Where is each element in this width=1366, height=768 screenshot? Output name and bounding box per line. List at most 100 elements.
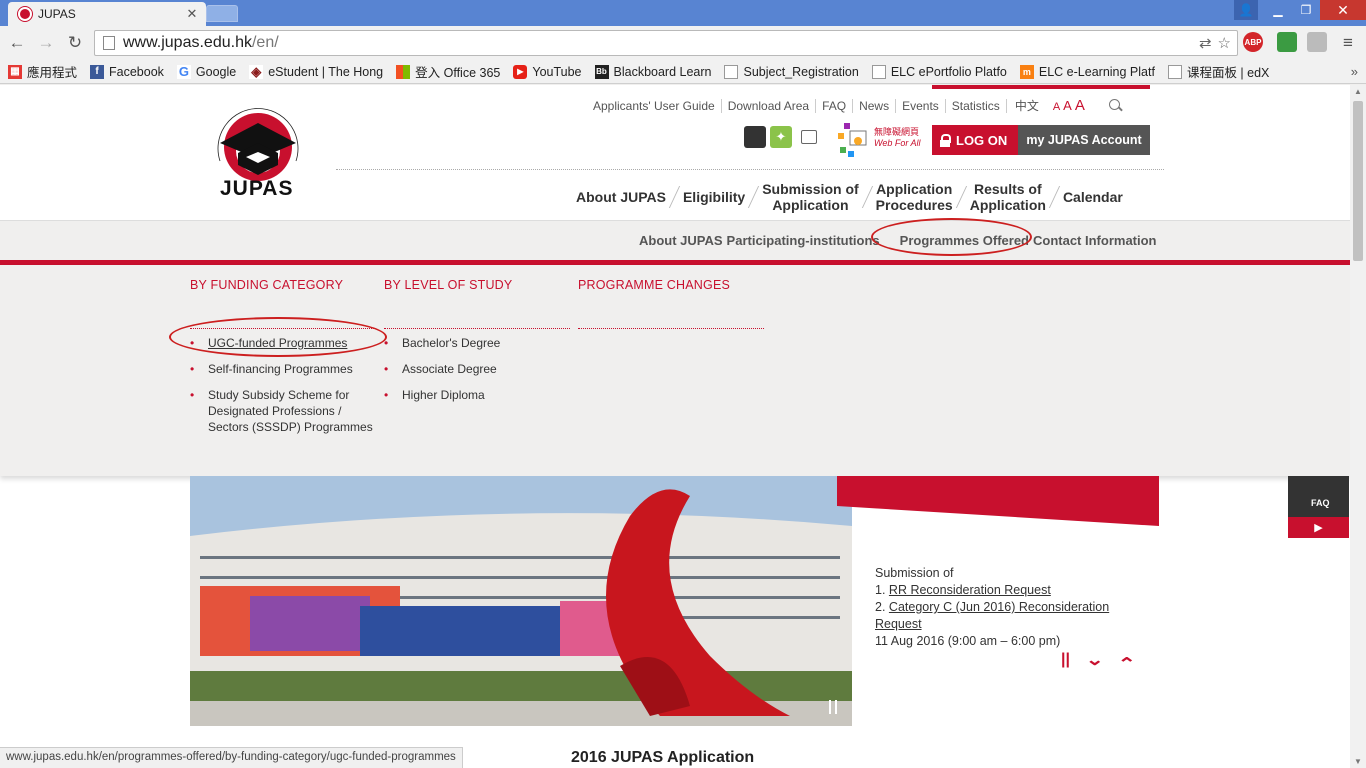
link-sssdp-programmes[interactable]: Study Subsidy Scheme for Designated Prof… [190,387,380,435]
html5-extension-icon[interactable] [1307,32,1327,52]
header-divider [336,169,1164,170]
forward-arrow-icon[interactable]: → [36,33,56,53]
utility-links: Applicants' User Guide Download Area FAQ… [593,97,1123,114]
browser-titlebar: JUPAS ✕ 👤 ▁ ❐ ✕ [0,0,1366,26]
font-size-controls: A A A [1053,97,1085,114]
minimize-button[interactable]: ▁ [1264,0,1292,20]
nav-results[interactable]: Results of Application [962,181,1054,213]
link-download-area[interactable]: Download Area [722,98,817,113]
address-bar[interactable]: www.jupas.edu.hk/en/ ⇄ ☆ [94,30,1238,56]
link-associate-degree[interactable]: Associate Degree [384,361,564,377]
reload-icon[interactable]: ↻ [65,33,85,53]
bookmark-facebook[interactable]: f Facebook [90,64,164,79]
subnav-about-jupas[interactable]: About JUPAS [639,233,723,248]
page-icon [1167,64,1182,79]
faq-play-icon[interactable]: ▶ [1288,517,1349,538]
user-profile-icon[interactable]: 👤 [1234,0,1258,20]
my-jupas-account-button[interactable]: my JUPAS Account [1018,125,1150,155]
android-app-icon[interactable]: ✦ [770,126,792,148]
close-window-button[interactable]: ✕ [1320,0,1366,20]
office365-icon [396,64,411,79]
news-down-icon[interactable]: ⌄ [1085,650,1104,670]
programmes-dropdown-menu: BY FUNDING CATEGORY BY LEVEL OF STUDY PR… [0,265,1350,476]
bookmark-google[interactable]: G Google [176,64,236,79]
heading-by-level-of-study[interactable]: BY LEVEL OF STUDY [384,278,512,292]
search-icon[interactable] [1108,98,1123,113]
bookmark-subject-registration[interactable]: Subject_Registration [724,64,859,79]
link-statistics[interactable]: Statistics [946,98,1007,113]
nav-about-jupas[interactable]: About JUPAS [568,189,674,205]
apple-app-icon[interactable] [744,126,766,148]
font-medium-button[interactable]: A [1063,98,1072,113]
bookmark-elc-elearning[interactable]: m ELC e-Learning Platf [1019,64,1155,79]
tab-close-icon[interactable]: ✕ [184,6,200,22]
annotation-ellipse-ugc-funded [169,317,387,357]
status-bar-url: www.jupas.edu.hk/en/programmes-offered/b… [0,747,463,768]
nav-submission[interactable]: Submission of Application [754,181,866,213]
link-news[interactable]: News [853,98,897,113]
maximize-button[interactable]: ❐ [1292,0,1320,20]
url-path: /en/ [251,34,279,51]
link-category-c-reconsideration[interactable]: Category C (Jun 2016) Reconsideration Re… [875,600,1109,631]
chrome-menu-icon[interactable]: ≡ [1338,33,1358,53]
more-bookmarks-icon[interactable]: » [1351,64,1358,79]
jupas-favicon-icon [18,7,32,21]
link-higher-diploma[interactable]: Higher Diploma [384,387,564,403]
log-on-button[interactable]: LOG ON [932,125,1018,155]
news-pause-icon[interactable]: || [1061,651,1070,669]
scroll-down-icon[interactable]: ▼ [1354,757,1362,766]
scroll-thumb[interactable] [1353,101,1363,261]
campus-photo [190,476,852,726]
back-arrow-icon[interactable]: ← [7,33,27,53]
print-icon[interactable] [801,130,817,144]
news-up-icon[interactable]: ⌃ [1117,654,1136,674]
web-for-all-badge[interactable]: 無障礙網頁 Web For All [836,121,926,161]
font-small-button[interactable]: A [1053,101,1060,113]
nav-calendar[interactable]: Calendar [1055,189,1131,205]
font-large-button[interactable]: A [1075,97,1085,114]
bookmark-apps[interactable]: ▦ 應用程式 [8,62,77,81]
news-line-1: 1. RR Reconsideration Request [875,583,1051,597]
main-navigation: About JUPAS Eligibility Submission of App… [568,181,1131,213]
scroll-up-icon[interactable]: ▲ [1354,87,1362,96]
subnav-contact-information[interactable]: Contact Information [1033,233,1157,248]
subnav-participating-institutions[interactable]: Participating-institutions [727,233,880,248]
bookmark-office365[interactable]: 登入 Office 365 [396,62,500,81]
bookmark-youtube[interactable]: ▶ YouTube [513,64,582,79]
extension-shield-icon[interactable] [1277,32,1297,52]
highlight-red-panel [837,476,1159,526]
level-of-study-list: Bachelor's Degree Associate Degree Highe… [384,335,564,413]
new-tab-button[interactable] [206,5,238,22]
heading-programme-changes[interactable]: PROGRAMME CHANGES [578,278,730,292]
youtube-icon: ▶ [513,64,528,79]
link-faq[interactable]: FAQ [816,98,854,113]
bookmark-edx[interactable]: 课程面板 | edX [1167,62,1269,81]
link-events[interactable]: Events [896,98,946,113]
heading-by-funding-category[interactable]: BY FUNDING CATEGORY [190,278,343,292]
translate-icon[interactable]: ⇄ [1199,34,1212,52]
link-bachelors-degree[interactable]: Bachelor's Degree [384,335,564,351]
bookmark-elc-eportfolio[interactable]: ELC ePortfolio Platfo [871,64,1007,79]
link-chinese[interactable]: 中文 [1007,99,1045,113]
column-divider [384,328,570,329]
nav-eligibility[interactable]: Eligibility [675,189,753,205]
google-icon: G [176,64,191,79]
link-rr-reconsideration[interactable]: RR Reconsideration Request [889,583,1051,597]
browser-tab-jupas[interactable]: JUPAS ✕ [8,2,206,26]
tab-title: JUPAS [38,7,76,21]
slideshow-pause-icon[interactable] [829,700,837,714]
estudent-icon: ◈ [249,63,264,79]
logo-text: JUPAS [220,177,294,200]
page-icon [103,36,115,50]
section-title: 2016 JUPAS Application [571,749,755,766]
bookmarks-bar: ▦ 應用程式 f Facebook G Google ◈ eStudent | The … [0,60,1366,84]
bookmark-star-icon[interactable]: ☆ [1218,34,1231,52]
bookmark-estudent[interactable]: ◈ eStudent | The Hong [249,63,383,79]
sub-navigation-bar: About JUPAS Participating-institutions P… [0,220,1350,260]
link-self-financing-programmes[interactable]: Self-financing Programmes [190,361,380,377]
bookmark-blackboard[interactable]: Bb Blackboard Learn [594,64,711,79]
nav-procedures[interactable]: Application Procedures [868,181,961,213]
page-scrollbar[interactable]: ▲ ▼ [1350,85,1366,768]
link-user-guide[interactable]: Applicants' User Guide [593,98,722,113]
adblock-plus-icon[interactable]: ABP [1243,32,1263,52]
